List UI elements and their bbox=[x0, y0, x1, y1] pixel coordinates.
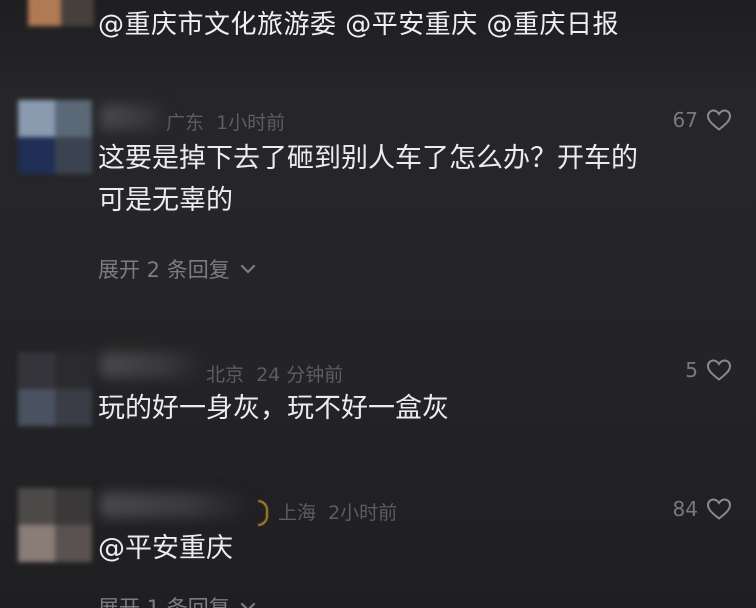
username-blurred[interactable] bbox=[100, 104, 170, 130]
avatar-top[interactable] bbox=[28, 0, 94, 26]
avatar-commenter-2[interactable] bbox=[18, 352, 92, 426]
comment-location: 北京 bbox=[206, 364, 245, 386]
comment-text-line: 可是无辜的 bbox=[98, 185, 233, 216]
comment-text[interactable]: 这要是掉下去了砸到别人车了怎么办？开车的 可是无辜的 bbox=[98, 138, 718, 222]
comment-meta: 上海 2小时前 bbox=[278, 498, 397, 525]
heart-outline-icon[interactable] bbox=[706, 358, 732, 382]
expand-replies-button[interactable]: 展开 2 条回复 bbox=[98, 254, 256, 284]
like-count: 5 bbox=[685, 358, 698, 382]
like-count: 67 bbox=[672, 108, 698, 132]
comment-text-line: @平安重庆 bbox=[98, 533, 233, 564]
comment-time: 2小时前 bbox=[328, 502, 398, 524]
like-count: 84 bbox=[672, 497, 698, 521]
comment-meta: 广东 1小时前 bbox=[166, 108, 285, 135]
heart-outline-icon[interactable] bbox=[706, 497, 732, 521]
comment-text[interactable]: @平安重庆 bbox=[98, 528, 718, 570]
avatar-commenter-1[interactable] bbox=[18, 100, 92, 174]
expand-replies-label: 展开 2 条回复 bbox=[98, 258, 230, 282]
username-blurred[interactable] bbox=[100, 352, 204, 378]
comment-text[interactable]: 玩的好一身灰，玩不好一盒灰 bbox=[98, 388, 718, 430]
chevron-down-icon bbox=[240, 264, 255, 274]
comment-meta: 北京 24 分钟前 bbox=[206, 360, 343, 387]
gold-badge-icon bbox=[258, 500, 268, 526]
chevron-down-icon bbox=[240, 602, 255, 608]
comment-text-line: 玩的好一身灰，玩不好一盒灰 bbox=[98, 393, 449, 424]
comment-feed: @重庆市文化旅游委 @平安重庆 @重庆日报 广东 1小时前 67 这要是掉下去了… bbox=[0, 0, 756, 608]
comment-location: 广东 bbox=[166, 112, 205, 134]
expand-replies-label: 展开 1 条回复 bbox=[98, 596, 230, 608]
avatar-commenter-3[interactable] bbox=[18, 488, 92, 562]
like-button[interactable]: 5 bbox=[685, 358, 732, 382]
expand-replies-button[interactable]: 展开 1 条回复 bbox=[98, 592, 256, 608]
like-button[interactable]: 67 bbox=[673, 108, 732, 132]
comment-location: 上海 bbox=[278, 502, 317, 524]
like-button[interactable]: 84 bbox=[673, 497, 732, 521]
username-blurred[interactable] bbox=[100, 492, 250, 518]
mention-line[interactable]: @重庆市文化旅游委 @平安重庆 @重庆日报 bbox=[98, 4, 619, 41]
comment-time: 24 分钟前 bbox=[256, 364, 344, 386]
heart-outline-icon[interactable] bbox=[706, 108, 732, 132]
comment-time: 1小时前 bbox=[216, 112, 286, 134]
comment-text-line: 这要是掉下去了砸到别人车了怎么办？开车的 bbox=[98, 143, 638, 174]
